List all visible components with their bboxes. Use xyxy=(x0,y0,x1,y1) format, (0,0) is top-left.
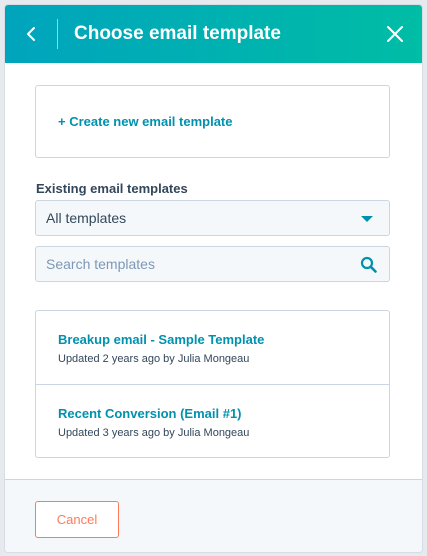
template-item[interactable]: Recent Conversion (Email #1) Updated 3 y… xyxy=(36,384,389,457)
cancel-button[interactable]: Cancel xyxy=(35,501,119,538)
template-meta: Updated 3 years ago by Julia Mongeau xyxy=(58,427,250,439)
template-name[interactable]: Breakup email - Sample Template xyxy=(58,332,264,347)
panel-title: Choose email template xyxy=(74,23,281,44)
create-template-card: + Create new email template xyxy=(35,85,390,158)
template-name[interactable]: Recent Conversion (Email #1) xyxy=(58,406,242,421)
template-filter-value: All templates xyxy=(46,210,127,226)
chevron-left-icon xyxy=(27,27,35,41)
template-item[interactable]: Breakup email - Sample Template Updated … xyxy=(36,311,389,384)
panel-header: Choose email template xyxy=(5,5,422,63)
close-icon xyxy=(387,26,403,42)
template-list: Breakup email - Sample Template Updated … xyxy=(35,310,390,458)
existing-templates-label: Existing email templates xyxy=(36,181,188,196)
close-button[interactable] xyxy=(378,17,412,51)
create-new-template-link[interactable]: + Create new email template xyxy=(58,114,233,129)
template-meta: Updated 2 years ago by Julia Mongeau xyxy=(58,353,250,365)
search-input[interactable] xyxy=(36,247,346,281)
template-filter-select[interactable]: All templates xyxy=(35,200,390,236)
search-icon[interactable] xyxy=(360,256,377,273)
back-button[interactable] xyxy=(5,5,57,63)
caret-down-icon xyxy=(361,216,373,222)
choose-template-panel: Choose email template + Create new email… xyxy=(5,5,422,552)
search-box xyxy=(35,246,390,282)
header-divider xyxy=(57,19,58,49)
panel-footer: Cancel xyxy=(5,479,422,552)
